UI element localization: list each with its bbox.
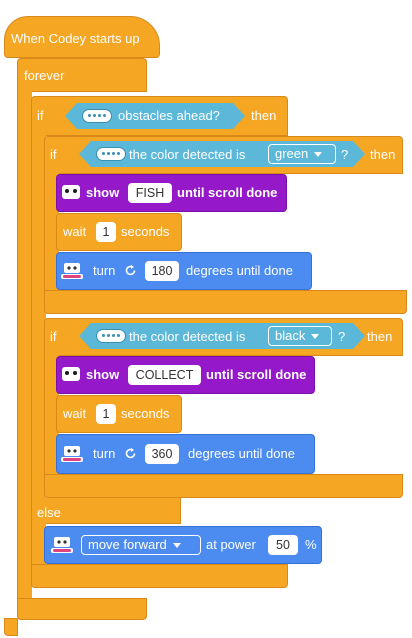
forever-arm	[17, 90, 32, 617]
if-green-label: if	[50, 147, 57, 162]
if-black-label: if	[50, 329, 57, 344]
color-green-prefix: the color detected is	[129, 147, 246, 162]
wait-seconds-field-2[interactable]: 1	[96, 404, 116, 424]
else-label: else	[37, 505, 61, 520]
hat-stack-bottom	[4, 618, 18, 636]
forever-label: forever	[24, 68, 65, 83]
color-green-suffix: ?	[341, 147, 349, 162]
if-black-bottom	[44, 474, 403, 498]
move-at-power-label: at power	[206, 537, 256, 552]
turn-360-degrees-field[interactable]: 360	[145, 444, 179, 464]
color-green-dropdown[interactable]: green	[268, 144, 336, 164]
rover-icon	[61, 263, 83, 279]
color-sensor-icon	[96, 147, 126, 161]
if-obstacle-label: if	[37, 108, 44, 123]
move-direction-value: move forward	[88, 537, 167, 552]
move-power-field[interactable]: 50	[268, 535, 298, 555]
codey-icon	[62, 367, 80, 381]
show-fish-text-field[interactable]: FISH	[128, 183, 172, 203]
if-obstacle-then: then	[251, 108, 277, 123]
chevron-down-icon	[314, 152, 323, 158]
chevron-down-icon	[311, 334, 320, 340]
show-fish-suffix: until scroll done	[177, 185, 278, 200]
if-green-then: then	[370, 147, 396, 162]
if-green-bottom	[44, 290, 407, 314]
turn-360-label: turn	[93, 446, 116, 461]
rover-icon	[51, 537, 73, 553]
obstacles-ahead-label: obstacles ahead?	[118, 108, 220, 123]
color-sensor-icon	[96, 329, 126, 343]
rover-icon	[61, 446, 83, 462]
chevron-down-icon	[172, 543, 181, 549]
move-direction-dropdown[interactable]: move forward	[81, 535, 201, 555]
color-black-dropdown[interactable]: black	[268, 326, 332, 346]
wait-seconds-field-1[interactable]: 1	[96, 222, 116, 242]
if-obstacle-bottom	[31, 564, 288, 588]
rotate-cw-icon	[125, 265, 136, 276]
color-black-suffix: ?	[338, 329, 346, 344]
codey-icon	[62, 185, 80, 199]
hat-label: When Codey starts up	[11, 31, 140, 46]
color-green-value: green	[275, 146, 309, 161]
show-fish-label: show	[86, 185, 120, 200]
color-black-prefix: the color detected is	[129, 329, 246, 344]
if-black-then: then	[367, 329, 393, 344]
turn-360-suffix: degrees until done	[188, 446, 295, 461]
turn-180-degrees-field[interactable]: 180	[145, 261, 179, 281]
move-power-unit: %	[305, 537, 317, 552]
ultrasonic-sensor-icon	[82, 109, 112, 123]
color-black-value: black	[275, 328, 306, 343]
show-collect-label: show	[86, 367, 120, 382]
wait-suffix-1: seconds	[121, 224, 170, 239]
show-collect-text-field[interactable]: COLLECT	[128, 365, 201, 385]
wait-label-2: wait	[63, 406, 87, 421]
rotate-cw-icon	[125, 448, 136, 459]
wait-suffix-2: seconds	[121, 406, 170, 421]
show-collect-suffix: until scroll done	[206, 367, 307, 382]
turn-180-suffix: degrees until done	[186, 263, 293, 278]
forever-bottom	[17, 598, 147, 620]
turn-180-label: turn	[93, 263, 116, 278]
wait-label-1: wait	[63, 224, 87, 239]
